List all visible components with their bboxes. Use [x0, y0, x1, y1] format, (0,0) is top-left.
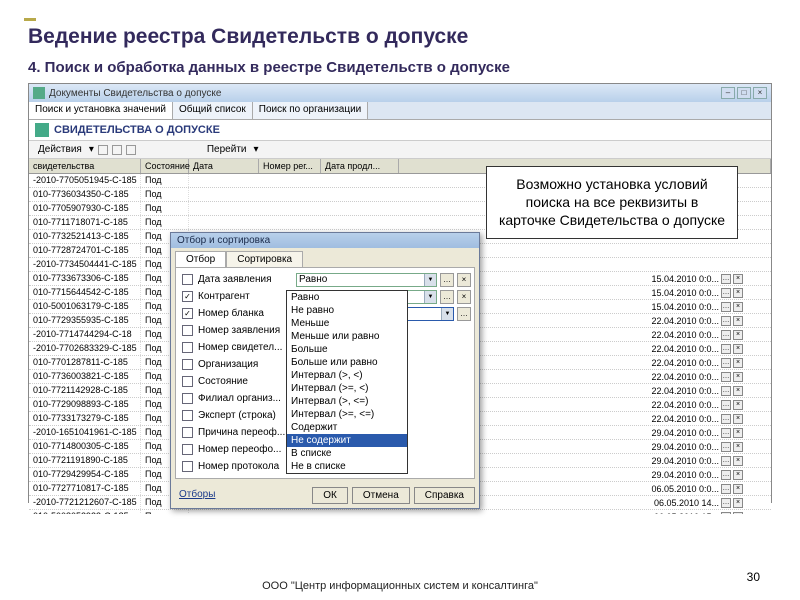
- field-label: Дата заявления: [198, 274, 294, 285]
- field-label: Филиал организ...: [198, 393, 294, 404]
- field-checkbox[interactable]: [182, 393, 193, 404]
- field-checkbox[interactable]: [182, 274, 193, 285]
- slide-subtitle: 4. Поиск и обработка данных в реестре Св…: [28, 59, 772, 76]
- window-title: Документы Свидетельства о допуске: [49, 88, 221, 99]
- field-label: Эксперт (строка): [198, 410, 294, 421]
- slide-footer: ООО "Центр информационных систем и конса…: [0, 580, 800, 592]
- field-label: Причина переоф...: [198, 427, 294, 438]
- tool-icon[interactable]: [98, 145, 108, 155]
- annotation-callout: Возможно установка условий поиска на все…: [486, 166, 738, 239]
- tab-filter[interactable]: Отбор: [175, 251, 226, 267]
- actions-menu[interactable]: Действия: [35, 143, 85, 156]
- field-label: Номер свидетел...: [198, 342, 294, 353]
- col-reg[interactable]: Номер рег...: [259, 159, 321, 173]
- dropdown-option[interactable]: Интервал (>=, <=): [287, 408, 407, 421]
- titlebar[interactable]: Документы Свидетельства о допуске – □ ×: [29, 84, 771, 102]
- field-label: Номер бланка: [198, 308, 294, 319]
- doc-icon: [35, 123, 49, 137]
- goto-menu[interactable]: Перейти: [204, 143, 250, 156]
- col-control[interactable]: Дата: [189, 159, 259, 173]
- field-label: Организация: [198, 359, 294, 370]
- field-checkbox[interactable]: [182, 410, 193, 421]
- dropdown-option[interactable]: Больше или равно: [287, 356, 407, 369]
- dropdown-option[interactable]: Интервал (>, <=): [287, 395, 407, 408]
- dropdown-option[interactable]: Содержит: [287, 421, 407, 434]
- filters-link[interactable]: Отборы: [175, 487, 219, 504]
- field-checkbox[interactable]: [182, 461, 193, 472]
- table-row[interactable]: 010-5008052923-С-185Под06.05.2010 15...……: [29, 510, 771, 514]
- field-checkbox[interactable]: [182, 427, 193, 438]
- field-label: Состояние: [198, 376, 294, 387]
- close-button[interactable]: ×: [753, 87, 767, 99]
- tab-sort[interactable]: Сортировка: [226, 251, 303, 267]
- tab-list[interactable]: Общий список: [173, 102, 253, 119]
- field-checkbox[interactable]: [182, 342, 193, 353]
- col-state[interactable]: Состояние: [141, 159, 189, 173]
- dialog-title[interactable]: Отбор и сортировка: [171, 233, 479, 248]
- dropdown-option[interactable]: Не равно: [287, 304, 407, 317]
- dropdown-option[interactable]: Интервал (>=, <): [287, 382, 407, 395]
- cancel-button[interactable]: Отмена: [352, 487, 410, 504]
- maximize-button[interactable]: □: [737, 87, 751, 99]
- field-label: Номер заявления: [198, 325, 294, 336]
- minimize-button[interactable]: –: [721, 87, 735, 99]
- col-prolong[interactable]: Дата продл...: [321, 159, 399, 173]
- field-checkbox[interactable]: ✓: [182, 291, 193, 302]
- field-label: Номер протокола: [198, 461, 294, 472]
- dropdown-option[interactable]: Интервал (>, <): [287, 369, 407, 382]
- operator-dropdown[interactable]: РавноНе равноМеньшеМеньше или равноБольш…: [286, 290, 408, 474]
- ok-button[interactable]: ОК: [312, 487, 348, 504]
- app-icon: [33, 87, 45, 99]
- col-num[interactable]: свидетельства: [29, 159, 141, 173]
- dropdown-option[interactable]: Не в списке: [287, 460, 407, 473]
- dropdown-option[interactable]: Больше: [287, 343, 407, 356]
- section-heading: СВИДЕТЕЛЬСТВА О ДОПУСКЕ: [54, 124, 220, 136]
- operator-combo[interactable]: Равно▼: [296, 273, 437, 287]
- help-button[interactable]: Справка: [414, 487, 475, 504]
- field-checkbox[interactable]: ✓: [182, 308, 193, 319]
- tool-icon[interactable]: [126, 145, 136, 155]
- field-checkbox[interactable]: [182, 325, 193, 336]
- page-number: 30: [747, 570, 760, 584]
- dropdown-option[interactable]: Равно: [287, 291, 407, 304]
- toolbar: Действия▾ Перейти▾: [29, 141, 771, 159]
- main-tabs: Поиск и установка значений Общий список …: [29, 102, 771, 120]
- tab-org[interactable]: Поиск по организации: [253, 102, 369, 119]
- dropdown-option[interactable]: В списке: [287, 447, 407, 460]
- tab-search[interactable]: Поиск и установка значений: [29, 102, 173, 119]
- field-checkbox[interactable]: [182, 359, 193, 370]
- dropdown-option[interactable]: Меньше или равно: [287, 330, 407, 343]
- slide-title: Ведение реестра Свидетельств о допуске: [28, 25, 772, 49]
- dropdown-option[interactable]: Меньше: [287, 317, 407, 330]
- dropdown-option[interactable]: Не содержит: [287, 434, 407, 447]
- field-label: Номер переофо...: [198, 444, 294, 455]
- field-label: Контрагент: [198, 291, 294, 302]
- field-checkbox[interactable]: [182, 376, 193, 387]
- field-checkbox[interactable]: [182, 444, 193, 455]
- tool-icon[interactable]: [112, 145, 122, 155]
